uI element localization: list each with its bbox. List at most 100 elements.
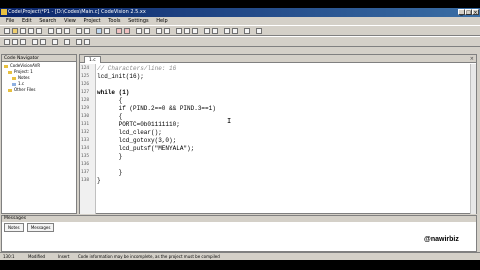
bookmark-next-icon[interactable] [184,28,190,34]
copy-icon[interactable] [56,28,62,34]
help-icon[interactable] [256,28,262,34]
open-folder-icon[interactable] [12,28,18,34]
line-number: 127 [81,90,90,95]
menu-edit[interactable]: Edit [19,17,35,25]
line-number: 134 [81,146,90,151]
line-number: 125 [81,74,90,79]
new-file-icon[interactable] [4,28,10,34]
bottom-letterbox [0,260,480,270]
vertical-scrollbar[interactable] [470,64,476,214]
messages-title: Messages [2,216,476,222]
status-bar: 130:1 Modified Insert Code information m… [0,252,480,260]
navigator-title: Code Navigator [2,55,76,62]
line-number: 130 [81,114,90,119]
bookmark-icon[interactable] [176,28,182,34]
code-line: } [97,177,101,184]
folder-icon [8,70,12,74]
ide-window: Code\Project\*P1 - [D:\Codes\Main.c] Cod… [0,0,480,270]
line-number: 128 [81,98,90,103]
unindent-icon[interactable] [212,28,218,34]
run-icon[interactable] [40,39,46,45]
editor-tabs: 1.c × [80,55,476,63]
text-cursor-icon: I [227,117,231,125]
line-number: 136 [81,162,90,167]
build-icon[interactable] [124,28,130,34]
line-number: 135 [81,154,90,159]
main-toolbar [0,25,480,36]
save-icon[interactable] [20,28,26,34]
save-all-icon[interactable] [28,28,34,34]
chip-programmer-icon[interactable] [136,28,142,34]
file-icon [12,82,16,86]
settings-icon[interactable] [244,28,250,34]
tab-notes[interactable]: Notes [4,223,24,232]
navigator-tree: CodeVisionAVR Project: 1 Notes 1.c Other… [4,63,40,93]
code-line: PORTC=0b01111110; [97,121,180,128]
compile-icon[interactable] [116,28,122,34]
view-messages-icon[interactable] [84,39,90,45]
paste-icon[interactable] [64,28,70,34]
menu-view[interactable]: View [61,17,79,25]
minimize-button[interactable]: _ [458,9,465,16]
status-modified: Modified [28,254,46,259]
tree-item-label: CodeVisionAVR [10,63,41,68]
messages-panel: Messages Notes Messages [1,215,477,252]
wizard-icon[interactable] [156,28,162,34]
code-line: lcd_clear(); [97,129,162,136]
make-icon[interactable] [32,39,38,45]
line-number: 124 [81,66,90,71]
uncomment-icon[interactable] [232,28,238,34]
maximize-button[interactable]: □ [465,9,472,16]
line-number: 129 [81,106,90,111]
check-syntax-icon[interactable] [64,39,70,45]
folder-icon [8,88,12,92]
code-line: lcd_gotoxy(3,0); [97,137,177,144]
close-tab-icon[interactable]: × [470,56,474,62]
bookmark-prev-icon[interactable] [192,28,198,34]
comment-icon[interactable] [224,28,230,34]
menu-tools[interactable]: Tools [105,17,123,25]
secondary-toolbar [0,36,480,47]
line-number: 132 [81,130,90,135]
code-editor[interactable]: 1.c × 124 125 126 127 128 129 130 131 13… [79,54,477,214]
code-area[interactable]: // Characters/line: 16 lcd_init(16); whi… [97,64,469,214]
line-number: 131 [81,122,90,127]
project-close-icon[interactable] [12,39,18,45]
close-button[interactable]: × [472,9,479,16]
status-hint: Code information may be incomplete, as t… [78,254,220,259]
code-line: lcd_init(16); [97,73,144,80]
menu-file[interactable]: File [0,17,17,25]
print-icon[interactable] [36,28,42,34]
stop-icon[interactable] [52,39,58,45]
terminal-icon[interactable] [164,28,170,34]
folder-icon [12,76,16,80]
tab-messages[interactable]: Messages [26,223,55,232]
messages-tabs: Notes Messages [4,223,56,232]
indent-icon[interactable] [204,28,210,34]
code-line: { [97,113,123,120]
find-icon[interactable] [96,28,102,34]
project-open-icon[interactable] [4,39,10,45]
line-number-gutter: 124 125 126 127 128 129 130 131 132 133 … [80,64,96,214]
tab-1c[interactable]: 1.c [84,56,101,63]
window-title: Code\Project\*P1 - [D:\Codes\Main.c] Cod… [8,9,146,15]
cut-icon[interactable] [48,28,54,34]
code-line: if (PIND.2==0 && PIND.3==1) [97,105,216,112]
app-icon [1,9,7,15]
undo-icon[interactable] [76,28,82,34]
menu-settings[interactable]: Settings [125,17,152,25]
menu-search[interactable]: Search [36,17,59,25]
view-navigator-icon[interactable] [76,39,82,45]
replace-icon[interactable] [104,28,110,34]
redo-icon[interactable] [84,28,90,34]
menu-project[interactable]: Project [81,17,104,25]
menu-help[interactable]: Help [153,17,170,25]
tree-item-label: Other Files [14,87,36,92]
project-configure-icon[interactable] [20,39,26,45]
code-line: } [97,169,123,176]
line-number: 137 [81,170,90,175]
debugger-icon[interactable] [144,28,150,34]
code-line: { [97,97,123,104]
tree-item[interactable]: Other Files [4,87,40,93]
tree-item-label: Project: 1 [14,69,33,74]
